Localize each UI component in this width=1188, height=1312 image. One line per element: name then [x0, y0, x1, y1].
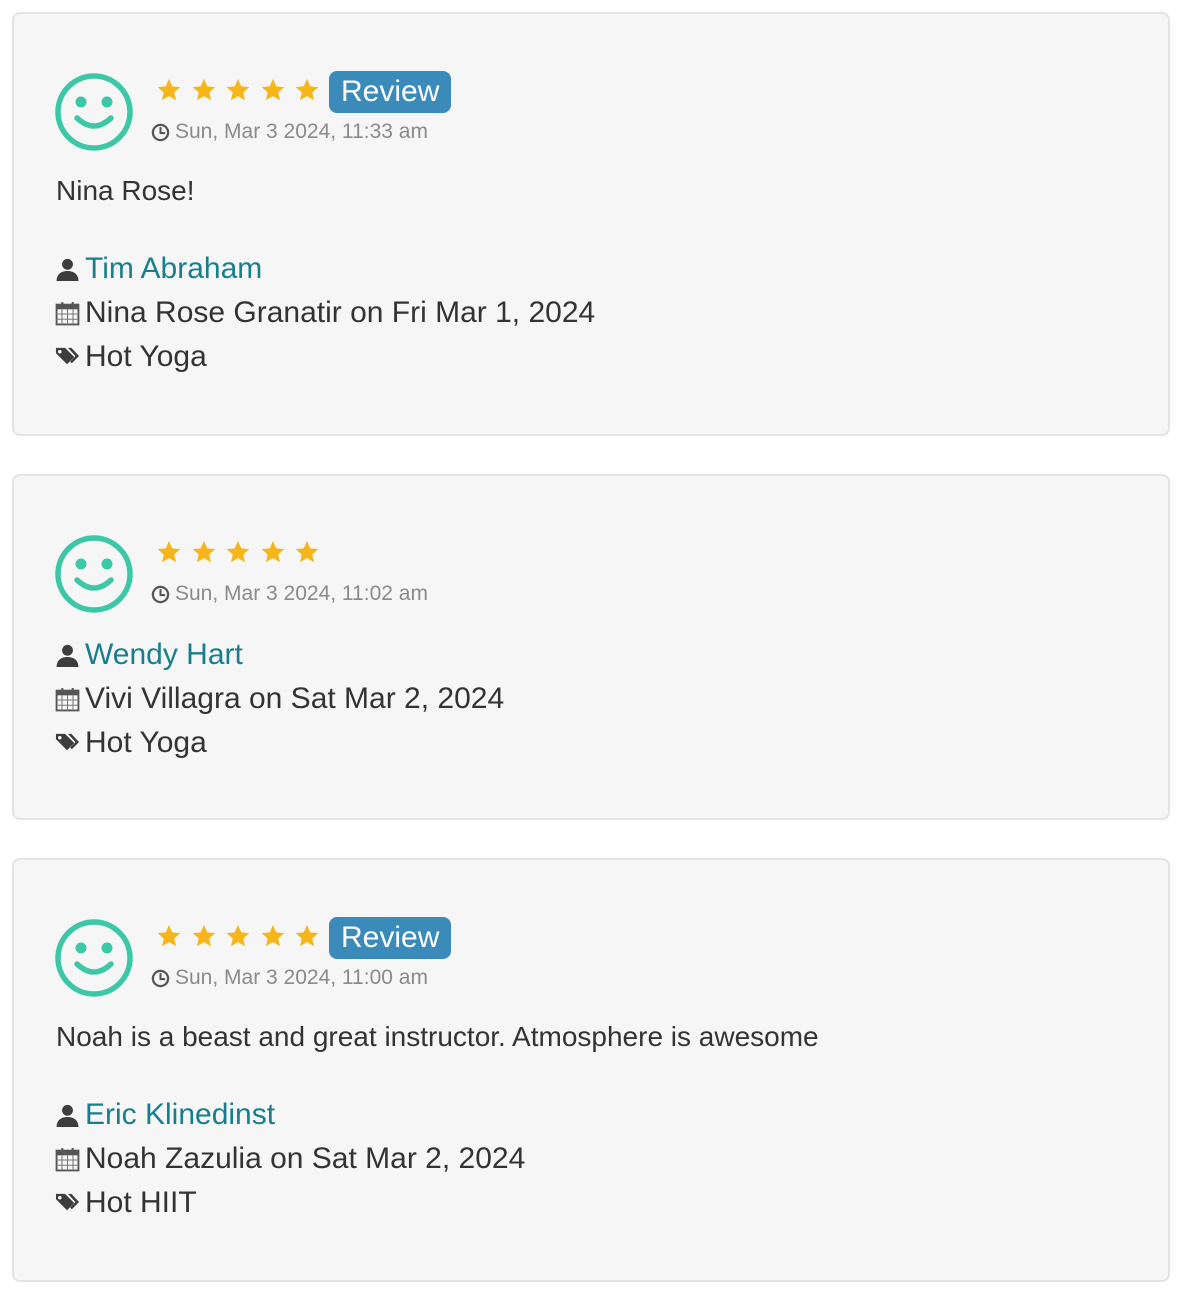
star-icon [156, 539, 182, 565]
star-icon [294, 77, 320, 103]
session-row: Noah Zazulia on Sat Mar 2, 2024 [55, 1142, 525, 1176]
reviewer-link[interactable]: Eric Klinedinst [85, 1098, 275, 1132]
tag-icon [55, 345, 80, 370]
reviewer-link[interactable]: Tim Abraham [85, 252, 262, 286]
user-icon [55, 257, 80, 282]
tag-icon [55, 1191, 80, 1216]
reviewer-link[interactable]: Wendy Hart [85, 638, 243, 672]
star-icon [294, 923, 320, 949]
calendar-icon [55, 1147, 80, 1172]
reviewer-row: Eric Klinedinst [55, 1098, 275, 1132]
star-icon [191, 77, 217, 103]
star-rating [156, 921, 329, 951]
class-name: Hot HIIT [85, 1186, 197, 1219]
star-icon [260, 923, 286, 949]
reviewer-row: Tim Abraham [55, 252, 262, 286]
star-rating [156, 75, 329, 105]
review-timestamp: Sun, Mar 3 2024, 11:02 am [151, 581, 428, 607]
reviewer-row: Wendy Hart [55, 638, 243, 672]
class-name: Hot Yoga [85, 340, 207, 373]
smiley-face-icon [54, 918, 134, 998]
user-icon [55, 643, 80, 668]
session-text: Nina Rose Granatir on Fri Mar 1, 2024 [85, 296, 596, 329]
review-card: Review Sun, Mar 3 2024, 11:33 am Nina Ro… [12, 12, 1170, 436]
star-icon [156, 77, 182, 103]
review-badge[interactable]: Review [329, 917, 452, 959]
review-card: Review Sun, Mar 3 2024, 11:00 am Noah is… [12, 858, 1170, 1282]
timestamp-text: Sun, Mar 3 2024, 11:02 am [175, 582, 428, 605]
star-icon [191, 923, 217, 949]
clock-icon [151, 123, 170, 142]
review-badge[interactable]: Review [329, 71, 452, 113]
star-icon [294, 539, 320, 565]
star-icon [225, 539, 251, 565]
user-icon [55, 1103, 80, 1128]
session-row: Vivi Villagra on Sat Mar 2, 2024 [55, 682, 504, 716]
star-icon [225, 77, 251, 103]
clock-icon [151, 585, 170, 604]
review-card: Sun, Mar 3 2024, 11:02 am Wendy Hart Viv… [12, 474, 1170, 820]
tag-icon [55, 731, 80, 756]
calendar-icon [55, 687, 80, 712]
star-icon [191, 539, 217, 565]
session-text: Noah Zazulia on Sat Mar 2, 2024 [85, 1142, 526, 1175]
class-row: Hot Yoga [55, 340, 207, 374]
calendar-icon [55, 301, 80, 326]
star-icon [225, 923, 251, 949]
review-comment: Noah is a beast and great instructor. At… [56, 1021, 819, 1052]
review-comment: Nina Rose! [56, 175, 195, 206]
class-row: Hot Yoga [55, 726, 207, 760]
star-icon [260, 539, 286, 565]
star-icon [260, 77, 286, 103]
star-rating [156, 537, 329, 567]
timestamp-text: Sun, Mar 3 2024, 11:33 am [175, 120, 428, 143]
smiley-face-icon [54, 72, 134, 152]
review-timestamp: Sun, Mar 3 2024, 11:33 am [151, 119, 428, 145]
class-row: Hot HIIT [55, 1186, 197, 1220]
star-icon [156, 923, 182, 949]
session-row: Nina Rose Granatir on Fri Mar 1, 2024 [55, 296, 595, 330]
clock-icon [151, 969, 170, 988]
review-timestamp: Sun, Mar 3 2024, 11:00 am [151, 965, 428, 991]
timestamp-text: Sun, Mar 3 2024, 11:00 am [175, 966, 428, 989]
session-text: Vivi Villagra on Sat Mar 2, 2024 [85, 682, 505, 715]
class-name: Hot Yoga [85, 726, 207, 759]
smiley-face-icon [54, 534, 134, 614]
